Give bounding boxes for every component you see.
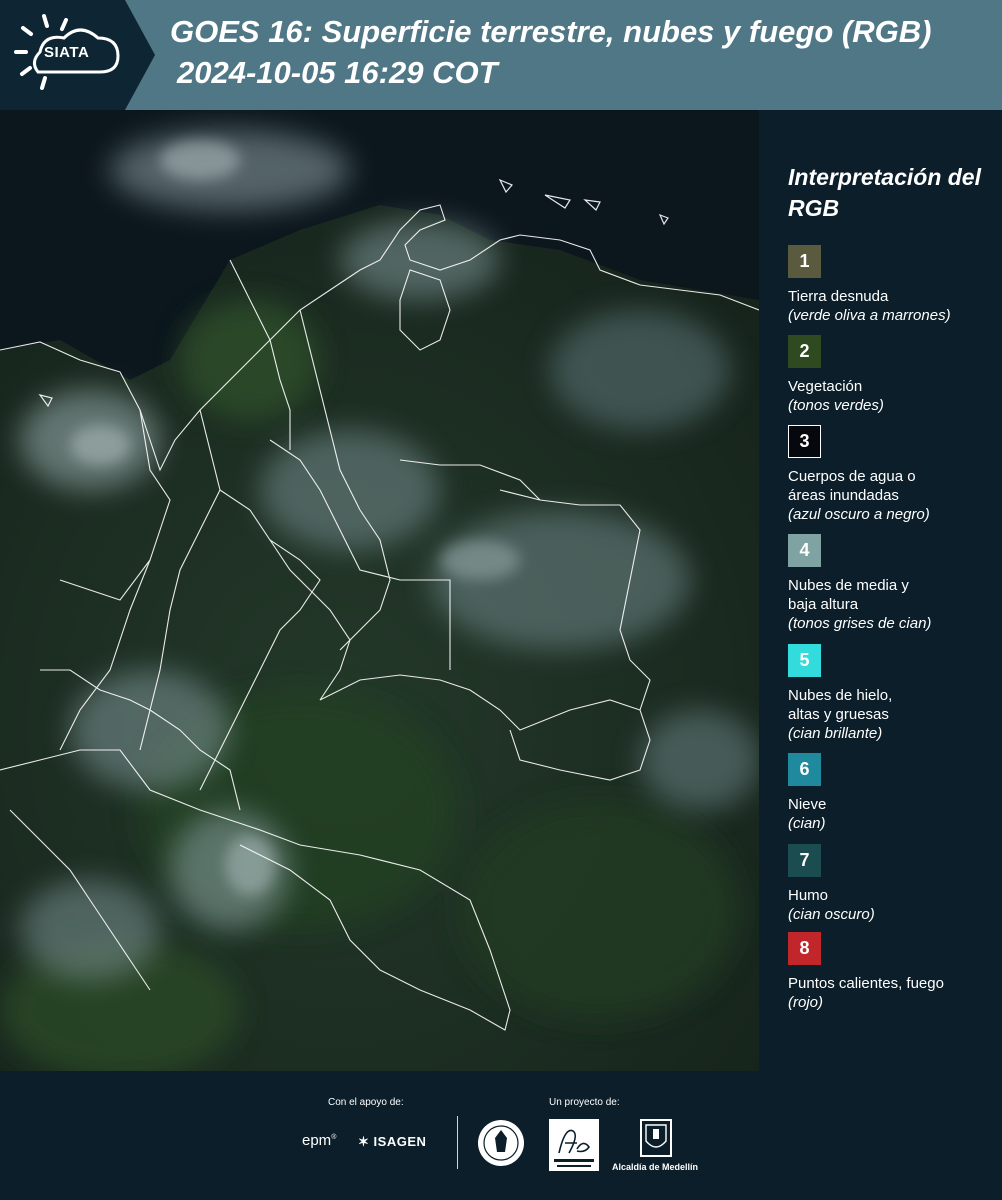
isagen-icon: ✶ <box>358 1134 370 1149</box>
legend-swatch: 1 <box>788 245 821 278</box>
legend-label: Cuerpos de agua o áreas inundadas <box>788 468 916 504</box>
legend-item-fire: 8 Puntos calientes, fuego (rojo) <box>788 932 998 1012</box>
legend-label: Puntos calientes, fuego <box>788 975 944 992</box>
legend-label: Nubes de hielo, altas y gruesas <box>788 687 893 723</box>
legend-item-ice-clouds: 5 Nubes de hielo, altas y gruesas (cian … <box>788 644 998 743</box>
legend-note: (azul oscuro a negro) <box>788 506 930 523</box>
legend-number: 6 <box>799 759 810 779</box>
satellite-image <box>0 110 759 1071</box>
legend-number: 1 <box>799 251 810 271</box>
legend-swatch: 8 <box>788 932 821 965</box>
area-metropolitana-logo <box>549 1119 599 1171</box>
legend-note: (rojo) <box>788 994 824 1011</box>
footer-sponsors: Con el apoyo de: Un proyecto de: epm® ✶ … <box>0 1071 1002 1200</box>
alcaldia-label: Alcaldía de Medellín <box>612 1162 699 1172</box>
project-caption: Un proyecto de: <box>549 1097 620 1108</box>
legend-swatch: 5 <box>788 644 821 677</box>
legend-item-water: 3 Cuerpos de agua o áreas inundadas (azu… <box>788 425 998 524</box>
legend-note: (cian oscuro) <box>788 906 875 923</box>
support-caption: Con el apoyo de: <box>328 1097 404 1108</box>
siata-logo-text: SIATA <box>44 44 90 61</box>
legend-panel: Interpretación del RGB 1 Tierra desnuda … <box>760 110 1002 1071</box>
page-title: GOES 16: Superficie terrestre, nubes y f… <box>170 14 932 49</box>
legend-item-low-clouds: 4 Nubes de media y baja altura (tonos gr… <box>788 534 998 633</box>
page-timestamp: 2024-10-05 16:29 COT <box>177 55 498 90</box>
legend-note: (tonos grises de cian) <box>788 615 932 632</box>
legend-label: Tierra desnuda <box>788 288 889 305</box>
legend-label: Humo <box>788 887 829 904</box>
legend-note: (tonos verdes) <box>788 397 884 414</box>
header-banner: SIATA GOES 16: Superficie terrestre, nub… <box>0 0 1002 110</box>
legend-swatch: 7 <box>788 844 821 877</box>
legend-item-vegetation: 2 Vegetación (tonos verdes) <box>788 335 998 415</box>
legend-note: (verde oliva a marrones) <box>788 307 951 324</box>
legend-number: 3 <box>799 431 810 451</box>
legend-item-smoke: 7 Humo (cian oscuro) <box>788 844 998 924</box>
epm-logo: epm® <box>302 1132 337 1149</box>
isagen-logo: ✶ ISAGEN <box>358 1134 426 1150</box>
footer-divider <box>457 1116 458 1169</box>
legend-number: 7 <box>799 850 810 870</box>
epm-logo-text: epm <box>302 1132 332 1149</box>
legend-number: 2 <box>799 341 810 361</box>
siata-logo: SIATA <box>0 0 155 110</box>
legend-item-snow: 6 Nieve (cian) <box>788 753 998 833</box>
alcaldia-shield-icon <box>640 1119 672 1157</box>
isagen-logo-text: ISAGEN <box>373 1134 427 1149</box>
legend-label: Vegetación <box>788 378 863 395</box>
legend-swatch: 4 <box>788 534 821 567</box>
legend-swatch: 6 <box>788 753 821 786</box>
legend-label: Nieve <box>788 796 827 813</box>
legend-note: (cian brillante) <box>788 725 883 742</box>
legend-number: 5 <box>799 650 810 670</box>
legend-number: 8 <box>799 938 810 958</box>
legend-swatch: 3 <box>788 425 821 458</box>
legend-title: Interpretación del RGB <box>788 164 981 221</box>
legend-swatch: 2 <box>788 335 821 368</box>
legend-number: 4 <box>799 540 810 560</box>
legend-label: Nubes de media y baja altura <box>788 577 909 613</box>
legend-item-bare-soil: 1 Tierra desnuda (verde oliva a marrones… <box>788 245 998 325</box>
university-seal-icon <box>478 1120 524 1166</box>
legend-note: (cian) <box>788 815 826 832</box>
